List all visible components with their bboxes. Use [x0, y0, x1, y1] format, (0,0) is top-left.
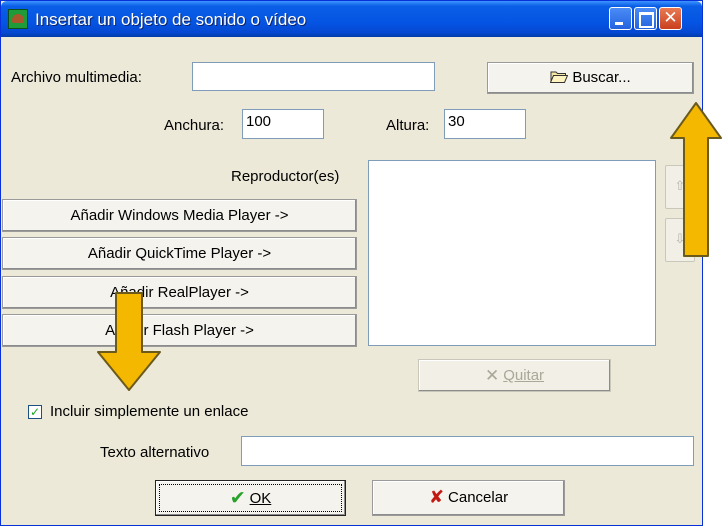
- remove-icon: ✕: [484, 366, 500, 386]
- title-bar[interactable]: Insertar un objeto de sonido o vídeo ✕: [1, 1, 702, 37]
- dialog-window: Insertar un objeto de sonido o vídeo ✕ A…: [0, 0, 703, 526]
- cancel-x-icon: ✘: [428, 487, 445, 508]
- maximize-button[interactable]: [634, 7, 657, 30]
- quitar-label: Quitar: [503, 367, 545, 384]
- add-realplayer-button[interactable]: Añadir RealPlayer ->: [2, 276, 357, 309]
- buscar-button[interactable]: Buscar...: [487, 62, 694, 94]
- ok-label: OK: [249, 490, 272, 507]
- incluir-enlace-label: Incluir simplemente un enlace: [50, 403, 249, 420]
- buscar-label: Buscar...: [572, 69, 631, 86]
- close-button[interactable]: ✕: [659, 7, 682, 30]
- minimize-button[interactable]: [609, 7, 632, 30]
- players-label: Reproductor(es): [231, 168, 340, 185]
- window-title: Insertar un objeto de sonido o vídeo: [35, 10, 307, 29]
- altura-label: Altura:: [386, 117, 430, 134]
- cancelar-button[interactable]: ✘ Cancelar: [372, 480, 565, 516]
- add-quicktime-player-button[interactable]: Añadir QuickTime Player ->: [2, 237, 357, 270]
- quitar-button[interactable]: ✕ Quitar: [418, 359, 611, 392]
- annotation-arrow-up-icon: [670, 102, 722, 257]
- texto-alternativo-input[interactable]: [241, 436, 694, 466]
- annotation-arrow-down-icon: [97, 292, 161, 391]
- close-icon: ✕: [663, 8, 678, 28]
- archivo-label: Archivo multimedia:: [11, 69, 142, 86]
- texto-alternativo-label: Texto alternativo: [100, 444, 210, 461]
- anchura-label: Anchura:: [164, 117, 225, 134]
- cancelar-label: Cancelar: [448, 489, 509, 506]
- add-flash-player-button[interactable]: Añadir Flash Player ->: [2, 314, 357, 347]
- altura-input[interactable]: 30: [444, 109, 526, 139]
- anchura-input[interactable]: 100: [242, 109, 324, 139]
- players-listbox[interactable]: [368, 160, 656, 346]
- incluir-enlace-checkbox[interactable]: ✓: [28, 405, 42, 419]
- ok-button[interactable]: ✔ OK: [155, 480, 346, 516]
- app-icon: [8, 9, 28, 29]
- archivo-input[interactable]: [192, 62, 435, 91]
- folder-icon: [550, 64, 569, 83]
- check-icon: ✓: [29, 405, 41, 419]
- add-windows-media-player-button[interactable]: Añadir Windows Media Player ->: [2, 199, 357, 232]
- checkmark-icon: ✔: [229, 487, 246, 509]
